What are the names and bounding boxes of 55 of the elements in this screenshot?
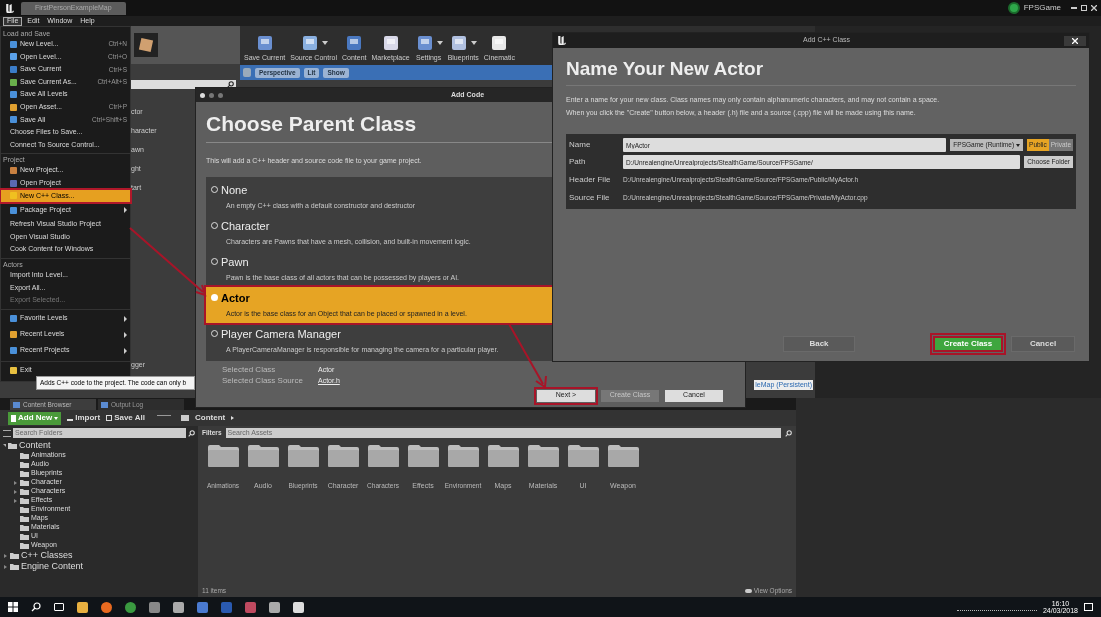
collapsed-arrow-icon[interactable] <box>4 564 7 569</box>
dialog-heading: Choose Parent Class <box>206 111 417 137</box>
menu-item-icon <box>10 367 17 375</box>
search-icon[interactable] <box>31 602 41 612</box>
dialog-button[interactable]: Cancel <box>1011 336 1075 352</box>
task-view-icon[interactable] <box>54 603 64 611</box>
radio-icon <box>211 294 218 302</box>
file-icon <box>11 414 16 422</box>
project-badge-icon <box>1007 2 1020 14</box>
tab-icon <box>101 401 108 408</box>
field-label: Selected Class <box>222 363 277 375</box>
field-label: Path <box>569 156 587 168</box>
caret-icon <box>54 416 59 420</box>
submenu-arrow-icon <box>124 315 127 322</box>
app-icon[interactable] <box>197 601 208 613</box>
collapsed-arrow-icon[interactable] <box>4 553 7 558</box>
notification-icon[interactable] <box>1084 603 1093 611</box>
collapsed-arrow-icon[interactable] <box>14 489 17 494</box>
app-icon[interactable] <box>269 601 280 613</box>
breadcrumb-arrow-icon[interactable] <box>231 416 235 420</box>
caret-icon <box>1016 143 1021 147</box>
collapsed-arrow-icon[interactable] <box>14 498 17 503</box>
maximize-icon[interactable] <box>1081 5 1087 11</box>
tree-toggle-icon[interactable] <box>3 429 11 437</box>
dropdown-caret-icon <box>471 40 478 45</box>
app-icon[interactable] <box>245 601 256 613</box>
collapsed-arrow-icon[interactable] <box>14 480 17 485</box>
breadcrumb-text[interactable]: Content <box>194 412 226 424</box>
field-label: Source File <box>569 191 611 204</box>
submenu-arrow-icon <box>124 331 127 338</box>
dialog-heading: Name Your New Actor <box>566 57 764 81</box>
submenu-arrow-icon <box>124 207 127 214</box>
close-icon[interactable] <box>1091 5 1097 11</box>
tab-icon <box>13 401 20 408</box>
windows-logo-icon[interactable] <box>8 602 18 612</box>
app-icon[interactable] <box>173 601 184 613</box>
project-name: FPSGame <box>1023 2 1061 14</box>
field-label: Selected Class Source <box>222 374 304 386</box>
close-button[interactable] <box>1064 35 1086 46</box>
import-button[interactable]: Import <box>67 412 101 424</box>
close-icon <box>1072 37 1078 44</box>
app-icon[interactable] <box>149 601 160 613</box>
dialog-button[interactable]: Back <box>783 336 855 352</box>
save-all-button[interactable]: Save All <box>106 412 145 424</box>
folder-tree-item[interactable]: Content <box>19 438 51 453</box>
field-label: Header File <box>569 173 612 186</box>
dropdown-caret-icon <box>321 40 328 45</box>
add-new-button[interactable]: Add New <box>8 411 62 425</box>
submenu-arrow-icon <box>124 347 127 354</box>
field-label: Name <box>569 139 592 151</box>
search-field[interactable] <box>131 80 236 89</box>
search-icon <box>188 429 195 437</box>
search-icon <box>785 429 792 437</box>
dropdown-caret-icon <box>436 40 443 45</box>
annotation-arrow <box>508 323 547 389</box>
